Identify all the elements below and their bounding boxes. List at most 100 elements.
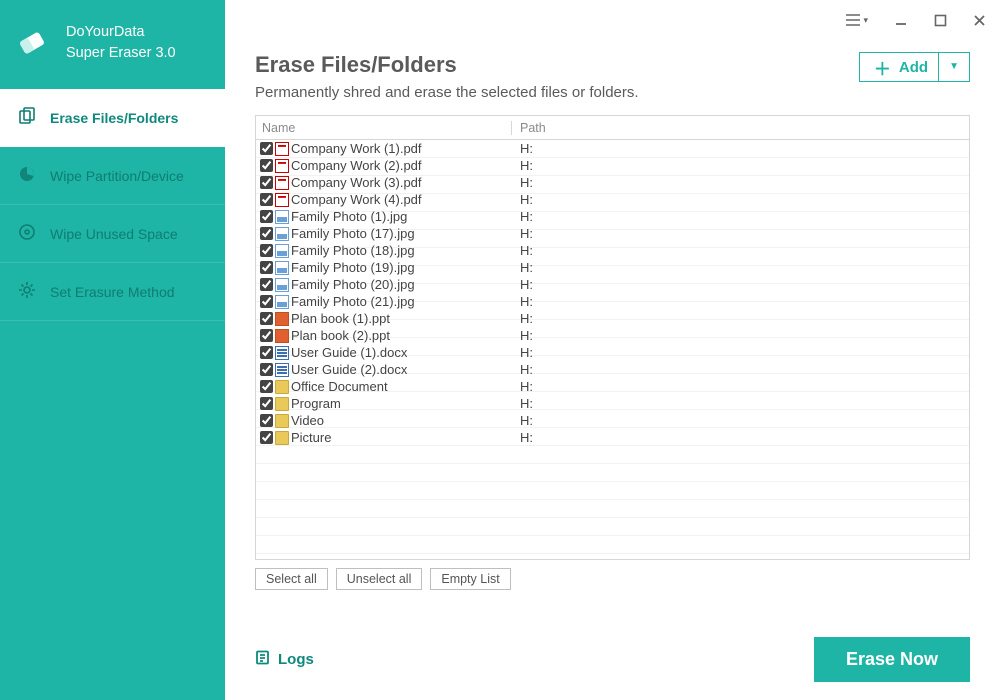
select-all-button[interactable]: Select all	[255, 568, 328, 590]
table-row[interactable]: Company Work (4).pdfH:	[256, 191, 969, 208]
file-path: H:	[512, 192, 969, 207]
row-checkbox[interactable]	[260, 329, 273, 342]
file-path: H:	[512, 141, 969, 156]
file-path: H:	[512, 175, 969, 190]
file-name: Family Photo (17).jpg	[291, 226, 415, 241]
sidebar-item-erase-files[interactable]: Erase Files/Folders	[0, 89, 225, 147]
brand-line1: DoYourData	[66, 22, 176, 42]
file-name: Video	[291, 413, 324, 428]
folder-icon	[275, 414, 289, 428]
sidebar-item-label: Set Erasure Method	[50, 284, 175, 300]
row-checkbox[interactable]	[260, 363, 273, 376]
erase-now-button[interactable]: Erase Now	[814, 637, 970, 682]
table-row[interactable]: Company Work (3).pdf H:	[256, 174, 969, 191]
row-checkbox[interactable]	[260, 227, 273, 240]
folder-icon	[275, 380, 289, 394]
plus-icon: ＋	[860, 55, 899, 80]
brand-line2: Super Eraser 3.0	[66, 43, 176, 63]
menu-icon[interactable]: ▾	[841, 9, 872, 31]
pdf-icon	[275, 142, 289, 156]
row-checkbox[interactable]	[260, 414, 273, 427]
copy-icon	[18, 107, 36, 128]
table-row[interactable]: User Guide (1).docx H:	[256, 344, 969, 361]
file-name: User Guide (2).docx	[291, 362, 407, 377]
sidebar-item-label: Wipe Unused Space	[50, 226, 178, 242]
table-row[interactable]: User Guide (2).docxH:	[256, 361, 969, 378]
unselect-all-button[interactable]: Unselect all	[336, 568, 423, 590]
table-row[interactable]: Company Work (1).pdf H:	[256, 140, 969, 157]
maximize-icon[interactable]	[930, 10, 951, 31]
row-checkbox[interactable]	[260, 312, 273, 325]
file-path: H:	[512, 311, 969, 326]
file-name: Program	[291, 396, 341, 411]
table-row[interactable]: VideoH:	[256, 412, 969, 429]
file-name: Company Work (3).pdf	[291, 175, 422, 190]
row-checkbox[interactable]	[260, 261, 273, 274]
file-name: User Guide (1).docx	[291, 345, 407, 360]
file-path: H:	[512, 396, 969, 411]
ppt-icon	[275, 312, 289, 326]
file-name: Picture	[291, 430, 331, 445]
minimize-icon[interactable]	[890, 9, 912, 31]
footer: Logs Erase Now	[225, 621, 1000, 700]
table-row[interactable]: Family Photo (18).jpgH:	[256, 242, 969, 259]
empty-list-button[interactable]: Empty List	[430, 568, 510, 590]
row-checkbox[interactable]	[260, 159, 273, 172]
add-button-label: Add	[899, 59, 938, 76]
doc-icon	[275, 363, 289, 377]
table-row[interactable]: Family Photo (19).jpgH:	[256, 259, 969, 276]
folder-icon	[275, 397, 289, 411]
titlebar: ▾	[225, 0, 1000, 40]
sidebar-item-wipe-unused[interactable]: Wipe Unused Space	[0, 205, 225, 263]
chevron-down-icon[interactable]: ▼	[938, 53, 969, 81]
logs-button[interactable]: Logs	[255, 650, 314, 669]
row-checkbox[interactable]	[260, 193, 273, 206]
row-checkbox[interactable]	[260, 142, 273, 155]
file-path: H:	[512, 243, 969, 258]
file-name: Family Photo (21).jpg	[291, 294, 415, 309]
jpg-icon	[275, 261, 289, 275]
file-name: Company Work (1).pdf	[291, 141, 422, 156]
table-row[interactable]: Plan book (1).pptH:	[256, 310, 969, 327]
row-checkbox[interactable]	[260, 380, 273, 393]
file-name: Family Photo (20).jpg	[291, 277, 415, 292]
file-path: H:	[512, 294, 969, 309]
file-path: H:	[512, 345, 969, 360]
brand-text: DoYourData Super Eraser 3.0	[66, 22, 176, 63]
row-checkbox[interactable]	[260, 397, 273, 410]
row-checkbox[interactable]	[260, 431, 273, 444]
sidebar-item-wipe-partition[interactable]: Wipe Partition/Device	[0, 147, 225, 205]
table-row[interactable]: Program H:	[256, 395, 969, 412]
file-path: H:	[512, 260, 969, 275]
sidebar-item-erasure-method[interactable]: Set Erasure Method	[0, 263, 225, 321]
jpg-icon	[275, 244, 289, 258]
file-name: Office Document	[291, 379, 388, 394]
table-row[interactable]: Family Photo (1).jpgH:	[256, 208, 969, 225]
table-row[interactable]: Plan book (2).pptH:	[256, 327, 969, 344]
file-path: H:	[512, 158, 969, 173]
content-area: Erase Files/Folders Permanently shred an…	[225, 40, 1000, 621]
table-row[interactable]: Family Photo (20).jpgH:	[256, 276, 969, 293]
table-row[interactable]: Company Work (2).pdfH:	[256, 157, 969, 174]
row-checkbox[interactable]	[260, 295, 273, 308]
file-path: H:	[512, 209, 969, 224]
table-row[interactable]: PictureH:	[256, 429, 969, 446]
column-name[interactable]: Name	[256, 121, 512, 135]
pdf-icon	[275, 159, 289, 173]
row-checkbox[interactable]	[260, 244, 273, 257]
table-row[interactable]: Office DocumentH:	[256, 378, 969, 395]
row-checkbox[interactable]	[260, 210, 273, 223]
row-checkbox[interactable]	[260, 346, 273, 359]
ppt-icon	[275, 329, 289, 343]
table-row[interactable]: Family Photo (21).jpg H:	[256, 293, 969, 310]
header-row: Erase Files/Folders Permanently shred an…	[255, 52, 970, 115]
row-checkbox[interactable]	[260, 278, 273, 291]
column-path[interactable]: Path	[512, 121, 969, 135]
jpg-icon	[275, 227, 289, 241]
pdf-icon	[275, 193, 289, 207]
close-icon[interactable]	[969, 10, 990, 31]
table-row[interactable]: Family Photo (17).jpgH:	[256, 225, 969, 242]
add-button[interactable]: ＋ Add ▼	[859, 52, 970, 82]
row-checkbox[interactable]	[260, 176, 273, 189]
logs-label: Logs	[278, 651, 314, 668]
